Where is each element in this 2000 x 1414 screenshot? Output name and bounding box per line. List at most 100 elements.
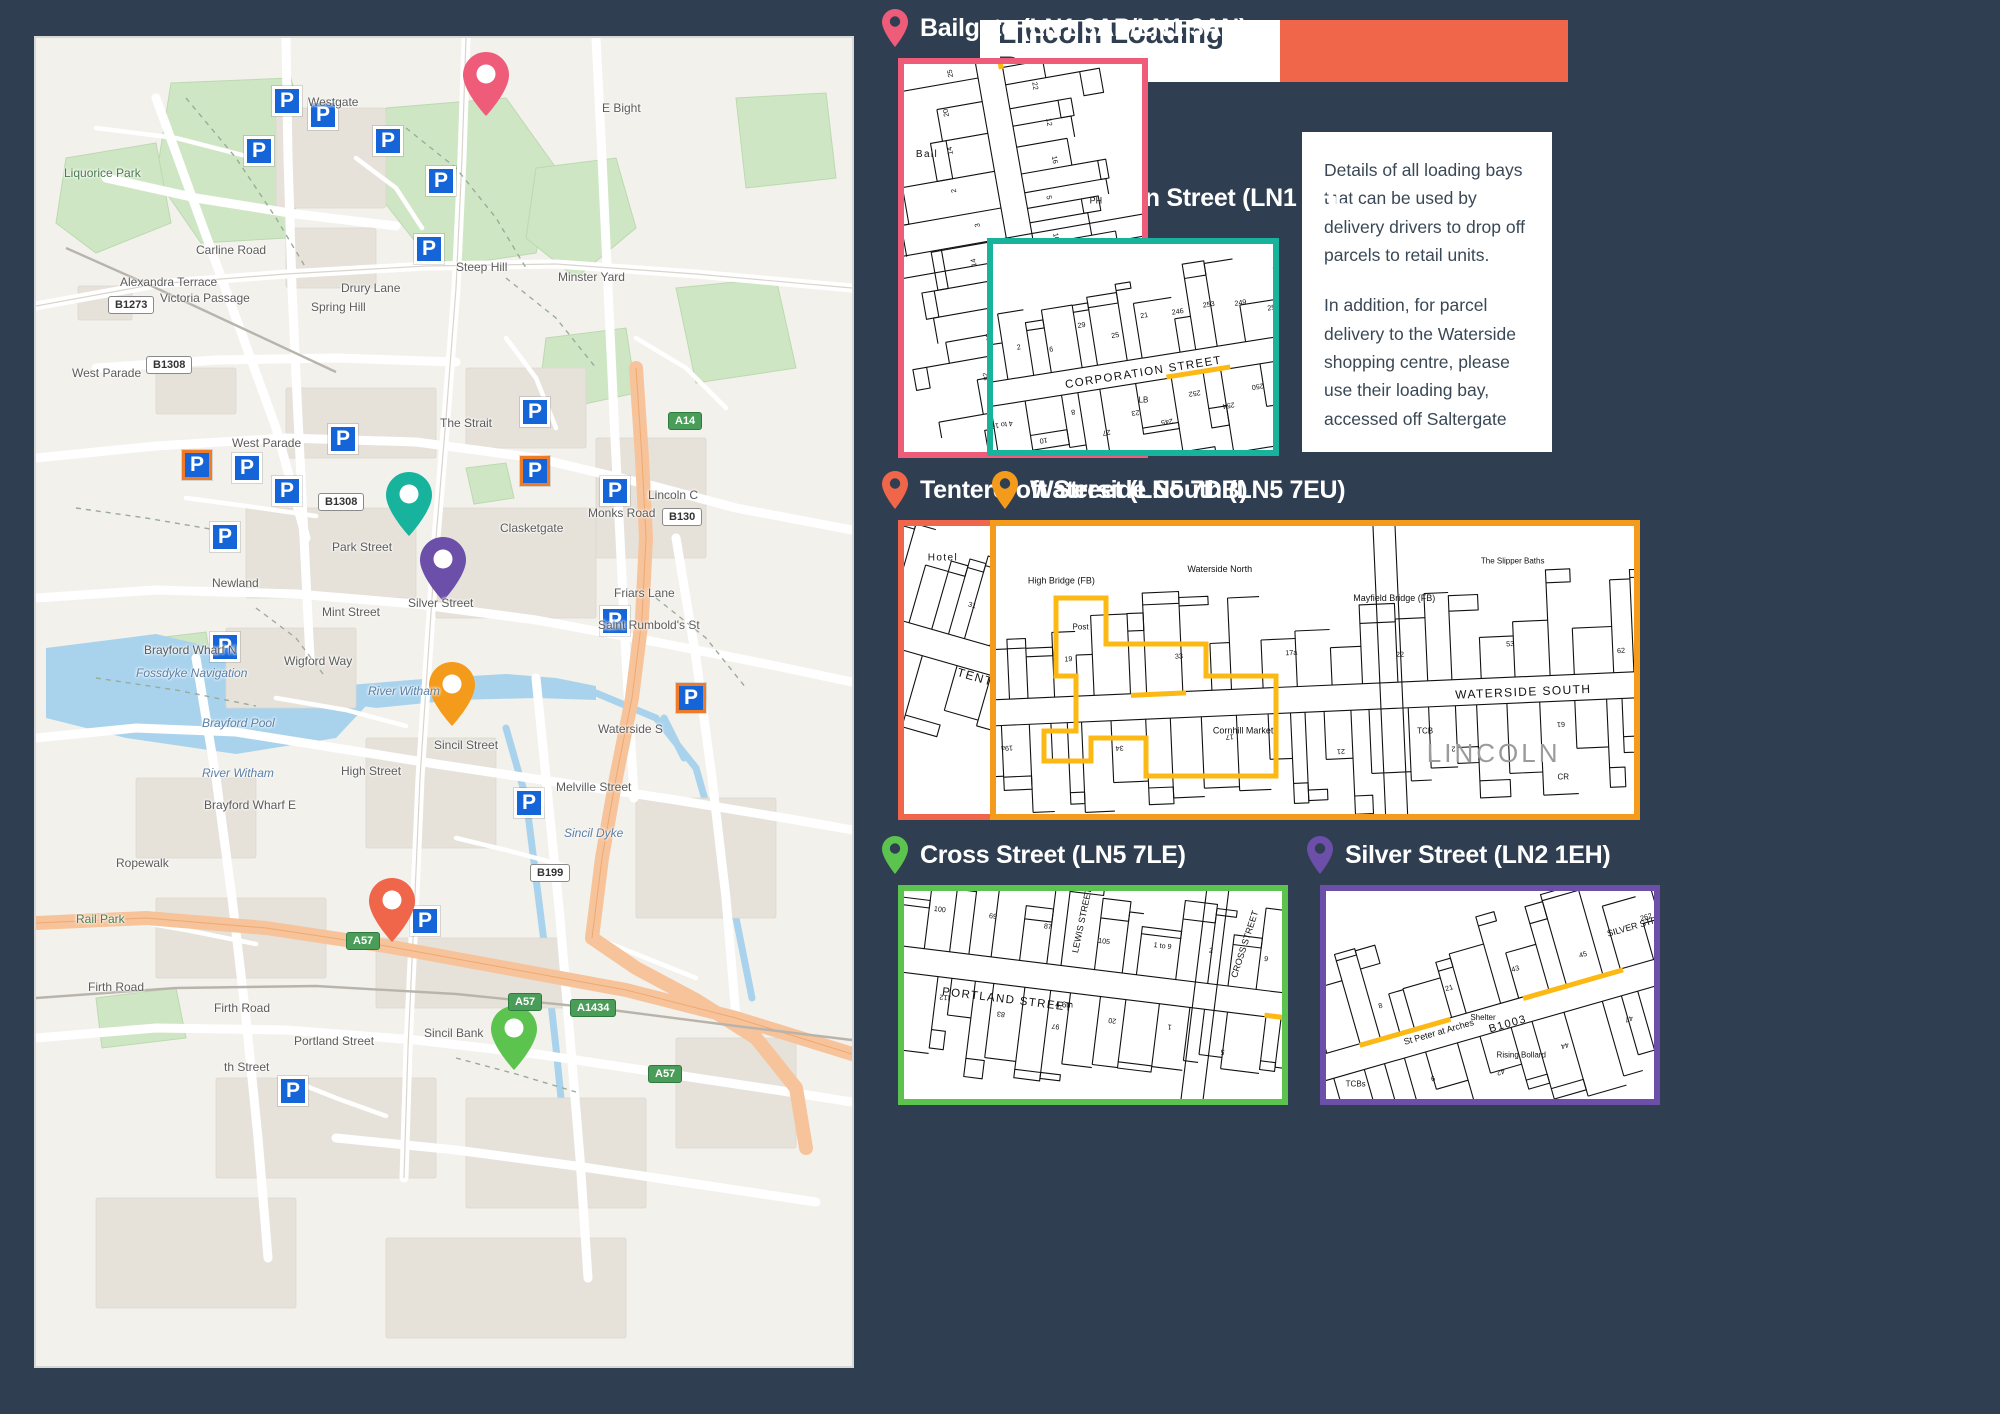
road-shield: B1308	[146, 356, 193, 374]
detail-map-house-number: 100	[933, 904, 946, 914]
map-street-label: Alexandra Terrace	[120, 275, 218, 289]
parking-marker[interactable]: P	[600, 476, 630, 506]
parking-marker[interactable]: P	[426, 166, 456, 196]
detail-map-house-number: 19a	[1001, 744, 1013, 754]
parking-marker[interactable]: P	[328, 424, 358, 454]
detail-map-place-label: Mayfield Bridge (FB)	[1353, 593, 1435, 603]
section-header-cross-street: Cross Street (LN5 7LE)	[880, 835, 1186, 875]
detail-map-linework: PORTLAND STREETLEWIS STREET CROSS STREET4…	[904, 891, 1282, 1099]
detail-map-house-number: 250	[1251, 381, 1264, 392]
detail-map-house-number: 14	[968, 258, 978, 267]
road-shield: A14	[668, 412, 703, 430]
parking-marker[interactable]: P	[373, 126, 403, 156]
right-panel: Lincoln Loading Bays Details of all load…	[880, 0, 2000, 1414]
detail-map-corporation-street[interactable]: CORPORATION STREET LB 4 to 16 2 10 6 8 29 27 25 23…	[987, 238, 1279, 456]
detail-map-place-label: Cornhill Market	[1213, 725, 1274, 735]
parking-marker[interactable]: P	[278, 1076, 308, 1106]
map-street-label: West Parade	[232, 436, 302, 450]
overview-map-canvas[interactable]: PPPPPPPPPPPPPPPPPPPP Liquorice Park Westg…	[36, 38, 852, 1366]
detail-map-house-number: 69	[989, 911, 998, 921]
map-street-label: High Street	[341, 764, 402, 778]
map-pin-cross-street[interactable]	[488, 1004, 540, 1072]
detail-map-house-number: 22	[1030, 81, 1040, 90]
section-header-waterside-south: Waterside South (LN5 7EU)	[990, 470, 1346, 510]
map-street-label: Firth Road	[88, 980, 145, 994]
map-street-label: Wigford Way	[284, 654, 353, 668]
detail-map-house-number: 10	[1039, 436, 1048, 446]
detail-map-house-number: 254	[1222, 400, 1235, 411]
map-street-label: Melville Street	[556, 780, 632, 794]
parking-marker[interactable]: P	[272, 476, 302, 506]
detail-map-place-label: TCB	[1417, 726, 1433, 735]
parking-marker[interactable]: P	[520, 456, 550, 486]
detail-map-cross-street[interactable]: PORTLAND STREET LEWIS STREET CROSS STREET 4…	[898, 885, 1288, 1105]
parking-marker[interactable]: P	[244, 136, 274, 166]
map-street-label: Carline Road	[196, 243, 267, 257]
map-pin-silver-street[interactable]	[417, 535, 469, 603]
detail-map-waterside-south[interactable]: WATERSIDE SOUTH Waterside North High Bridg…	[990, 520, 1640, 820]
detail-map-house-number: 25	[1111, 330, 1120, 340]
map-street-label: Sincil Street	[434, 738, 499, 752]
detail-map-house-number: 20	[1108, 1016, 1117, 1026]
map-pin-tentercroft-street-icon	[880, 470, 910, 510]
parking-marker[interactable]: P	[182, 450, 212, 480]
detail-map-house-number: 16	[1050, 155, 1060, 164]
detail-map-house-number: 14	[945, 146, 955, 155]
detail-map-place-label: Waterside North	[1187, 564, 1252, 574]
section-title-cross-street: Cross Street (LN5 7LE)	[920, 840, 1186, 869]
overview-map-panel[interactable]: PPPPPPPPPPPPPPPPPPPP Liquorice Park Westg…	[34, 36, 854, 1368]
map-street-label: Brayford Wharf E	[204, 798, 297, 812]
poster-root: PPPPPPPPPPPPPPPPPPPP Liquorice Park Westg…	[0, 0, 2000, 1414]
section-title-waterside-south: Waterside South (LN5 7EU)	[1030, 475, 1346, 504]
map-street-label: Firth Road	[214, 1001, 271, 1015]
title-accent-bar	[1280, 20, 1568, 82]
detail-map-house-number: 20	[941, 108, 951, 117]
map-pin-bailgate-icon	[880, 8, 910, 48]
detail-map-house-number: 23	[1131, 408, 1140, 418]
map-pin-bailgate[interactable]	[460, 50, 512, 118]
parking-marker[interactable]: P	[272, 86, 302, 116]
section-header-silver-street: Silver Street (LN2 1EH)	[1305, 835, 1611, 875]
detail-map-house-number: 27	[1102, 428, 1111, 438]
detail-map-house-number: 251	[1267, 302, 1273, 313]
map-street-label: Lincoln C	[648, 488, 699, 502]
parking-marker[interactable]: P	[414, 234, 444, 264]
map-pin-corporation-street[interactable]	[383, 470, 435, 538]
detail-map-linework: CORPORATION STREETLB4 to 162106829272523…	[993, 244, 1273, 450]
map-street-label: Liquorice Park	[64, 166, 141, 180]
detail-map-place-label: Bail	[916, 149, 938, 160]
detail-map-place-label: Shelter	[1470, 1013, 1496, 1022]
road-shield: B199	[530, 864, 571, 882]
detail-map-house-number: 245	[1160, 417, 1173, 428]
map-street-label: Brayford Pool	[202, 716, 275, 730]
detail-map-silver-street[interactable]: B1003 St Peter at Arches Shelter Rising Bol…	[1320, 885, 1660, 1105]
detail-map-watermark: LINCOLN	[1427, 738, 1561, 768]
parking-marker[interactable]: P	[676, 683, 706, 713]
parking-marker[interactable]: P	[232, 453, 262, 483]
detail-map-place-label: LB	[1139, 396, 1149, 405]
detail-map-place-label: High Bridge (FB)	[1028, 576, 1095, 586]
map-street-label: Friars Lane	[614, 586, 675, 600]
detail-map-house-number: 17	[1226, 733, 1234, 742]
map-street-label: Mint Street	[322, 605, 381, 619]
road-shield: B130	[662, 508, 703, 526]
detail-map-place-label: Post	[1073, 623, 1090, 632]
detail-map-house-number: 253	[1202, 299, 1215, 310]
detail-map-house-number: 25	[945, 69, 955, 78]
map-street-label: E Bight	[602, 101, 641, 115]
parking-marker[interactable]: P	[514, 788, 544, 818]
map-street-label: Victoria Passage	[160, 291, 250, 305]
road-shield: A57	[648, 1065, 683, 1083]
parking-marker[interactable]: P	[520, 397, 550, 427]
detail-map-house-number: 83	[996, 1010, 1005, 1020]
road-shield: A57	[508, 993, 543, 1011]
map-street-label: The Strait	[440, 416, 493, 430]
detail-map-place-label: PH	[1090, 196, 1103, 206]
map-street-label: Sincil Dyke	[564, 826, 624, 840]
parking-marker[interactable]: P	[210, 522, 240, 552]
detail-map-linework: WATERSIDE SOUTHWaterside NorthHigh Bridg…	[996, 526, 1634, 814]
map-street-label: Silver Street	[408, 596, 474, 610]
detail-map-house-number: 33	[1175, 651, 1183, 660]
road-shield: A1434	[570, 999, 617, 1017]
detail-map-house-number: 53	[1506, 639, 1514, 648]
